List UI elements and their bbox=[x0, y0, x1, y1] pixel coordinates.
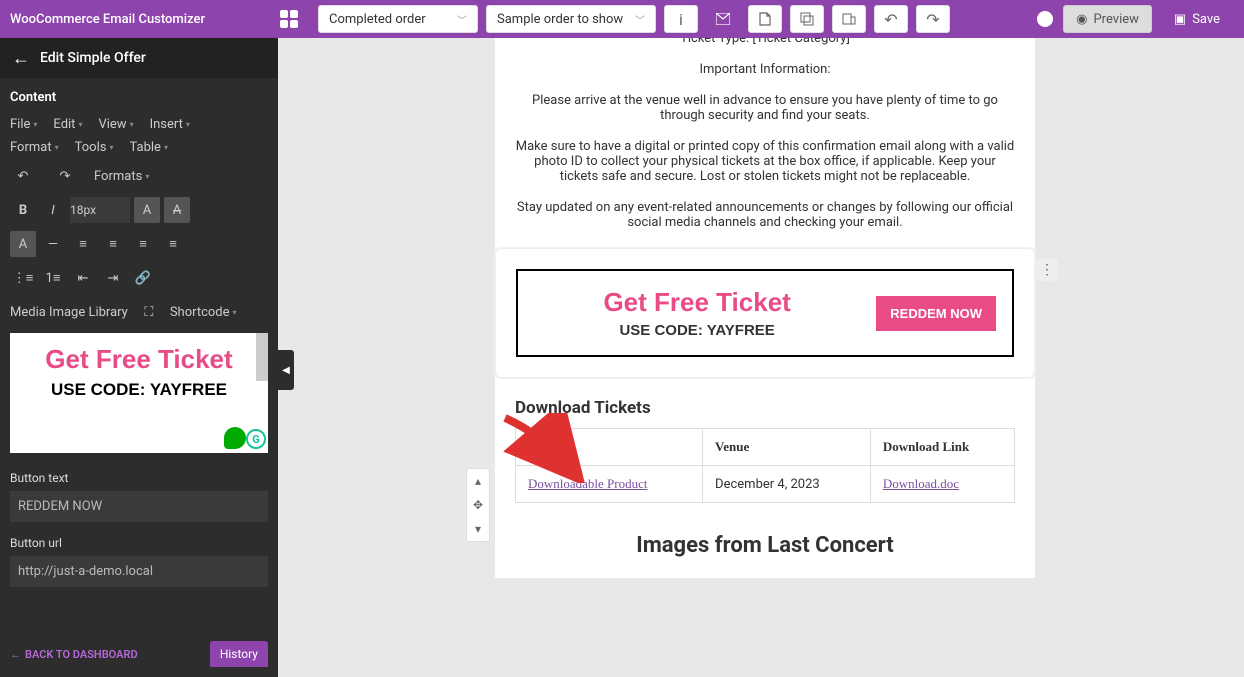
menu-table[interactable]: Table▾ bbox=[129, 140, 167, 155]
ordered-list-icon[interactable]: 1≡ bbox=[40, 265, 66, 291]
offer-heading-editable: Get Free Ticket bbox=[18, 345, 260, 374]
formats-dropdown[interactable]: Formats▾ bbox=[94, 169, 149, 184]
button-text-label: Button text bbox=[0, 457, 278, 491]
offer-heading: Get Free Ticket bbox=[534, 287, 860, 318]
save-button[interactable]: ▣Save bbox=[1160, 5, 1234, 33]
images-section-title: Images from Last Concert bbox=[515, 533, 1015, 558]
scrollbar-thumb[interactable] bbox=[256, 333, 268, 381]
menu-insert[interactable]: Insert▾ bbox=[150, 117, 190, 132]
preview-canvas: Time: [Concert Time] Venue: [Concert Ven… bbox=[278, 38, 1244, 677]
save-icon: ▣ bbox=[1174, 12, 1186, 27]
menu-edit[interactable]: Edit▾ bbox=[53, 117, 82, 132]
hr-icon[interactable]: — bbox=[40, 231, 66, 257]
button-url-input[interactable] bbox=[10, 556, 268, 587]
email-preview: Time: [Concert Time] Venue: [Concert Ven… bbox=[495, 38, 1035, 578]
align-justify-icon[interactable]: ≡ bbox=[160, 231, 186, 257]
clear-format-icon[interactable]: A bbox=[164, 197, 190, 223]
top-bar: WooCommerce Email Customizer Completed o… bbox=[0, 0, 1244, 38]
indent-icon[interactable]: ⇥ bbox=[100, 265, 126, 291]
back-to-dashboard-link[interactable]: ←BACK TO DASHBOARD bbox=[10, 648, 138, 661]
copy-button[interactable] bbox=[790, 5, 824, 33]
important-heading: Important Information: bbox=[515, 62, 1015, 77]
page-view-button[interactable] bbox=[748, 5, 782, 33]
chevron-down-icon: ﹀ bbox=[635, 12, 645, 27]
offer-code: USE CODE: YAYFREE bbox=[534, 322, 860, 339]
email-type-value: Completed order bbox=[329, 12, 426, 27]
apps-grid-icon[interactable] bbox=[280, 10, 298, 28]
detail-ticket-type: Ticket Type: [Ticket Category] bbox=[515, 38, 1015, 46]
move-drag-icon[interactable]: ✥ bbox=[467, 493, 489, 517]
grammarly-icon: G bbox=[246, 429, 266, 449]
text-color-icon[interactable]: A bbox=[134, 197, 160, 223]
button-url-label: Button url bbox=[0, 522, 278, 556]
live-toggle[interactable] bbox=[1017, 9, 1055, 29]
bold-icon[interactable]: B bbox=[10, 197, 36, 223]
move-down-icon[interactable]: ▾ bbox=[467, 517, 489, 541]
undo-icon[interactable]: ↶ bbox=[10, 163, 36, 189]
device-button[interactable] bbox=[832, 5, 866, 33]
panel-title: Edit Simple Offer bbox=[40, 50, 146, 66]
editor-content-area[interactable]: Get Free Ticket USE CODE: YAYFREE G bbox=[10, 333, 268, 453]
element-move-controls: ▴ ✥ ▾ bbox=[466, 468, 490, 542]
content-section-label: Content bbox=[0, 78, 278, 113]
fullscreen-icon[interactable]: ⛶ bbox=[136, 299, 162, 325]
button-text-input[interactable] bbox=[10, 491, 268, 522]
chevron-down-icon: ﹀ bbox=[457, 12, 467, 27]
redeem-button[interactable]: REDDEM NOW bbox=[876, 296, 996, 331]
link-icon[interactable]: 🔗 bbox=[130, 265, 156, 291]
menu-format[interactable]: Format▾ bbox=[10, 140, 59, 155]
menu-file[interactable]: File▾ bbox=[10, 117, 37, 132]
history-button[interactable]: History bbox=[210, 641, 268, 667]
align-right-icon[interactable]: ≡ bbox=[130, 231, 156, 257]
email-type-dropdown[interactable]: Completed order ﹀ bbox=[318, 5, 478, 33]
table-header-row: Item Venue Download Link bbox=[516, 429, 1015, 466]
table-row: Downloadable Product December 4, 2023 Do… bbox=[516, 466, 1015, 503]
download-product-link[interactable]: Downloadable Product bbox=[528, 476, 648, 491]
sidebar: ← Edit Simple Offer Content File▾ Edit▾ … bbox=[0, 38, 278, 677]
redo-button[interactable]: ↷ bbox=[916, 5, 950, 33]
app-title: WooCommerce Email Customizer bbox=[10, 12, 280, 27]
menu-tools[interactable]: Tools▾ bbox=[75, 140, 114, 155]
grammarly-badge-icon bbox=[224, 427, 246, 449]
sample-order-value: Sample order to show bbox=[497, 12, 623, 27]
shortcode-button[interactable]: Shortcode▾ bbox=[170, 305, 237, 320]
redo-icon[interactable]: ↷ bbox=[52, 163, 78, 189]
col-link: Download Link bbox=[870, 429, 1014, 466]
element-options-button[interactable]: ⋮ bbox=[1036, 259, 1058, 281]
sample-order-dropdown[interactable]: Sample order to show ﹀ bbox=[486, 5, 656, 33]
italic-icon[interactable]: I bbox=[40, 197, 66, 223]
offer-element[interactable]: Get Free Ticket USE CODE: YAYFREE REDDEM… bbox=[495, 248, 1035, 378]
arrow-left-icon: ← bbox=[10, 648, 21, 661]
font-size-input[interactable] bbox=[70, 197, 130, 223]
downloads-title: Download Tickets bbox=[515, 398, 1015, 418]
align-left-icon[interactable]: ≡ bbox=[70, 231, 96, 257]
preview-button[interactable]: ◉Preview bbox=[1063, 5, 1152, 33]
undo-button[interactable]: ↶ bbox=[874, 5, 908, 33]
info-button[interactable]: i bbox=[664, 5, 698, 33]
bg-color-icon[interactable]: A bbox=[10, 231, 36, 257]
paragraph-2: Make sure to have a digital or printed c… bbox=[515, 139, 1015, 184]
col-venue: Venue bbox=[703, 429, 871, 466]
col-item: Item bbox=[516, 429, 703, 466]
rich-editor-toolbar: File▾ Edit▾ View▾ Insert▾ Format▾ Tools▾… bbox=[0, 113, 278, 329]
email-view-button[interactable] bbox=[706, 5, 740, 33]
sidebar-header: ← Edit Simple Offer bbox=[0, 38, 278, 78]
offer-code-editable: USE CODE: YAYFREE bbox=[18, 380, 260, 400]
outdent-icon[interactable]: ⇤ bbox=[70, 265, 96, 291]
eye-icon: ◉ bbox=[1076, 12, 1087, 27]
download-file-link[interactable]: Download.doc bbox=[883, 476, 959, 491]
paragraph-1: Please arrive at the venue well in advan… bbox=[515, 93, 1015, 123]
download-date: December 4, 2023 bbox=[703, 466, 871, 503]
downloads-table: Item Venue Download Link Downloadable Pr… bbox=[515, 428, 1015, 503]
paragraph-3: Stay updated on any event-related announ… bbox=[515, 200, 1015, 230]
align-center-icon[interactable]: ≡ bbox=[100, 231, 126, 257]
menu-view[interactable]: View▾ bbox=[98, 117, 133, 132]
media-library-button[interactable]: Media Image Library bbox=[10, 305, 128, 320]
move-up-icon[interactable]: ▴ bbox=[467, 469, 489, 493]
bullet-list-icon[interactable]: ⋮≡ bbox=[10, 265, 36, 291]
back-arrow-icon[interactable]: ← bbox=[12, 48, 30, 69]
